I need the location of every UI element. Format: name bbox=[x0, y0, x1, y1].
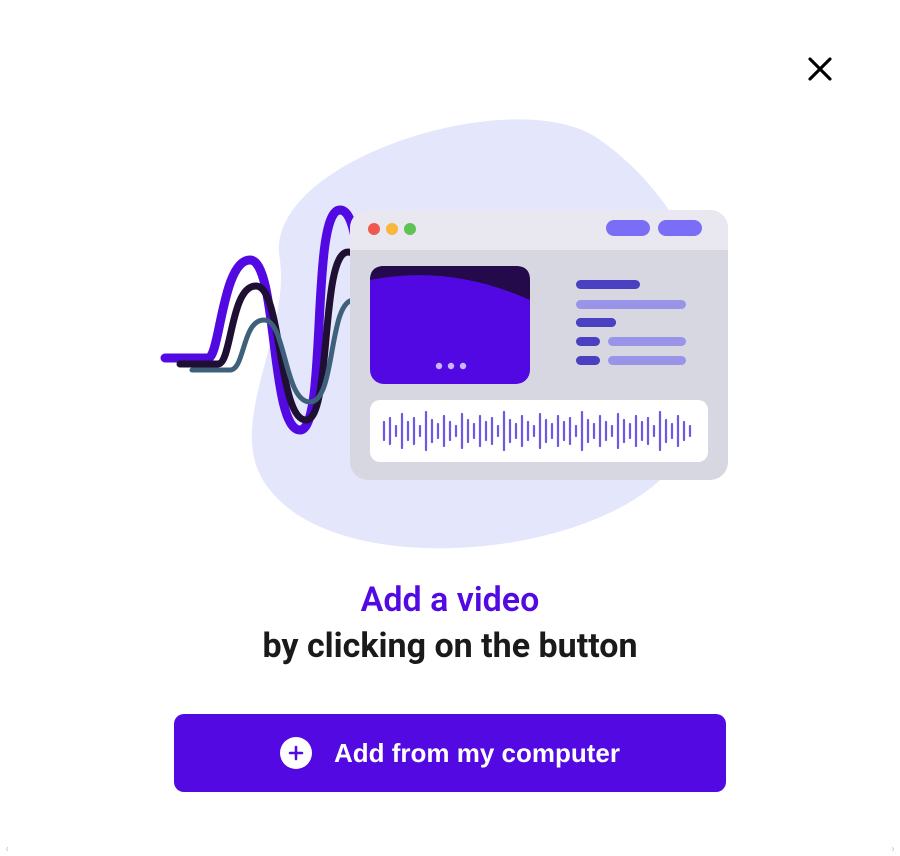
upload-illustration bbox=[160, 100, 740, 560]
close-icon bbox=[805, 54, 835, 87]
headline: Add a video by clicking on the button bbox=[262, 580, 637, 666]
scrollbar-left-arrow[interactable]: ‹ bbox=[0, 842, 14, 856]
chevron-left-icon: ‹ bbox=[5, 844, 8, 855]
add-button-label: Add from my computer bbox=[334, 738, 620, 769]
add-video-modal: Add a video by clicking on the button Ad… bbox=[0, 0, 900, 856]
chevron-right-icon: › bbox=[891, 844, 894, 855]
scrollbar-right-arrow[interactable]: › bbox=[886, 842, 900, 856]
close-button[interactable] bbox=[800, 50, 840, 90]
add-from-computer-button[interactable]: Add from my computer bbox=[174, 714, 726, 792]
plus-circle-icon bbox=[280, 737, 312, 769]
modal-content: Add a video by clicking on the button Ad… bbox=[0, 0, 900, 792]
headline-secondary: by clicking on the button bbox=[262, 626, 637, 666]
headline-primary: Add a video bbox=[262, 580, 637, 620]
